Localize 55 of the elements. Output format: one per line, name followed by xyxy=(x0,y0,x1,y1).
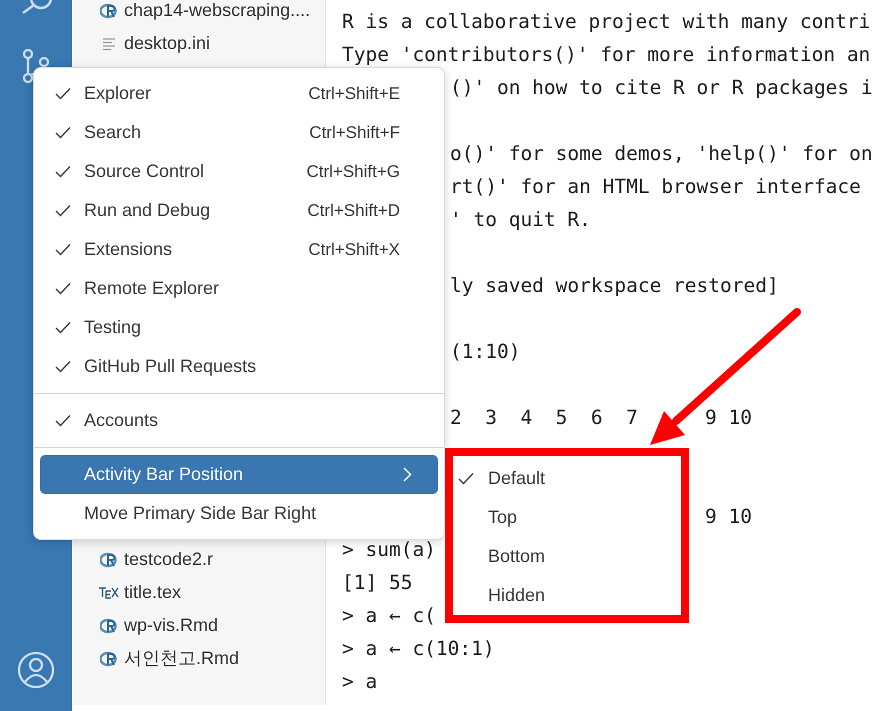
menu-item[interactable]: GitHub Pull Requests xyxy=(40,347,438,386)
file-name[interactable]: testcode2.r xyxy=(124,546,214,573)
text-file-icon xyxy=(102,36,116,50)
terminal-line: ()' on how to cite R or R packages i xyxy=(450,75,873,101)
source-control-icon[interactable] xyxy=(21,48,51,84)
terminal-line: Type 'contributors()' for more information an xyxy=(342,42,870,68)
file-name[interactable]: chap14-webscraping.... xyxy=(124,0,310,24)
menu-item[interactable]: Move Primary Side Bar Right xyxy=(40,494,438,533)
terminal-line: 2 3 4 5 6 7 xyxy=(450,405,639,431)
check-icon xyxy=(458,472,474,485)
menu-item[interactable]: Extensions Ctrl+Shift+X xyxy=(40,230,438,269)
check-icon xyxy=(55,87,71,100)
terminal-line: > a ← c( xyxy=(342,603,436,629)
r-file-icon xyxy=(100,618,118,634)
check-icon xyxy=(55,282,71,295)
terminal-line: ' to quit R. xyxy=(450,207,591,233)
check-icon xyxy=(55,321,71,334)
terminal-line: ly saved workspace restored] xyxy=(450,273,779,299)
file-name[interactable]: 서인천고.Rmd xyxy=(124,645,240,672)
submenu-item[interactable]: Top xyxy=(453,498,681,537)
file-name[interactable]: title.tex xyxy=(124,579,182,606)
menu-item[interactable]: Source Control Ctrl+Shift+G xyxy=(40,152,438,191)
submenu-item[interactable]: Bottom xyxy=(453,537,681,576)
menu-item[interactable]: Testing xyxy=(40,308,438,347)
terminal-line: 9 10 xyxy=(705,405,752,431)
check-icon xyxy=(55,360,71,373)
menu-item[interactable]: Explorer Ctrl+Shift+E xyxy=(40,74,438,113)
r-file-icon xyxy=(100,552,118,568)
account-icon[interactable] xyxy=(17,651,55,689)
terminal-line: > a ← c(10:1) xyxy=(342,636,495,662)
check-icon xyxy=(55,204,71,217)
submenu-item[interactable]: Default xyxy=(453,459,681,498)
check-icon xyxy=(55,126,71,139)
file-name[interactable]: wp-vis.Rmd xyxy=(124,612,218,639)
menu-item[interactable]: Accounts xyxy=(40,401,438,440)
file-name[interactable]: desktop.ini xyxy=(124,30,210,57)
terminal-line: rt()' for an HTML browser interface xyxy=(450,174,861,200)
menu-item[interactable]: Search Ctrl+Shift+F xyxy=(40,113,438,152)
terminal-line: > a xyxy=(342,669,378,695)
submenu-item[interactable]: Hidden xyxy=(453,576,681,615)
r-file-icon xyxy=(100,650,118,666)
terminal-line: 9 10 xyxy=(705,504,752,530)
terminal-line: R is a collaborative project with many contri xyxy=(342,9,870,35)
menu-item[interactable]: Remote Explorer xyxy=(40,269,438,308)
r-file-icon xyxy=(100,2,118,18)
terminal-line: (1:10) xyxy=(450,339,520,365)
terminal-line: o()' for some demos, 'help()' for on xyxy=(450,141,873,167)
menu-item[interactable]: Run and Debug Ctrl+Shift+D xyxy=(40,191,438,230)
tex-file-icon xyxy=(98,586,120,598)
terminal-line: > sum(a) xyxy=(342,537,436,563)
menu-item[interactable]: Activity Bar Position xyxy=(40,455,438,494)
check-icon xyxy=(55,165,71,178)
terminal-line: [1] 55 xyxy=(342,570,412,596)
check-icon xyxy=(55,243,71,256)
check-icon xyxy=(55,414,71,427)
